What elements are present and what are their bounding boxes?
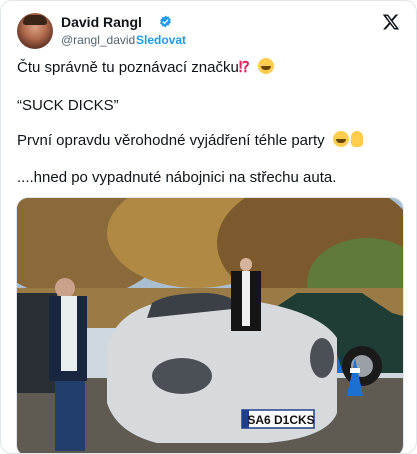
laughing-emoji-icon — [257, 58, 274, 74]
interrobang-icon: ⁉ — [238, 59, 250, 76]
post-line-3: První opravdu věrohodné vyjádření téhle … — [17, 131, 402, 151]
follow-button[interactable]: Sledovat — [136, 33, 186, 47]
laughing-emoji-icon — [332, 131, 349, 147]
license-plate-text: SA6 D1CKS — [247, 413, 314, 427]
avatar[interactable] — [17, 13, 53, 49]
author-name[interactable]: David Rangl — [61, 14, 142, 30]
post-line-2: “SUCK DICKS” — [17, 97, 119, 114]
x-logo-icon[interactable] — [382, 13, 400, 31]
post-card: David Rangl @rangl_david · Sledovat Čtu … — [0, 0, 417, 454]
post-line-1: Čtu správně tu poznávací značku⁉ — [17, 58, 402, 78]
post-line-4: ....hned po vypadnuté nábojnici na střec… — [17, 169, 337, 186]
post-photo[interactable]: SA6 D1CKS — [16, 197, 404, 453]
ok-hand-emoji-icon — [350, 131, 363, 147]
author-handle[interactable]: @rangl_david — [61, 33, 135, 47]
verified-badge-icon — [160, 15, 171, 28]
photo-scene: SA6 D1CKS — [17, 198, 403, 453]
separator: · — [128, 33, 132, 47]
